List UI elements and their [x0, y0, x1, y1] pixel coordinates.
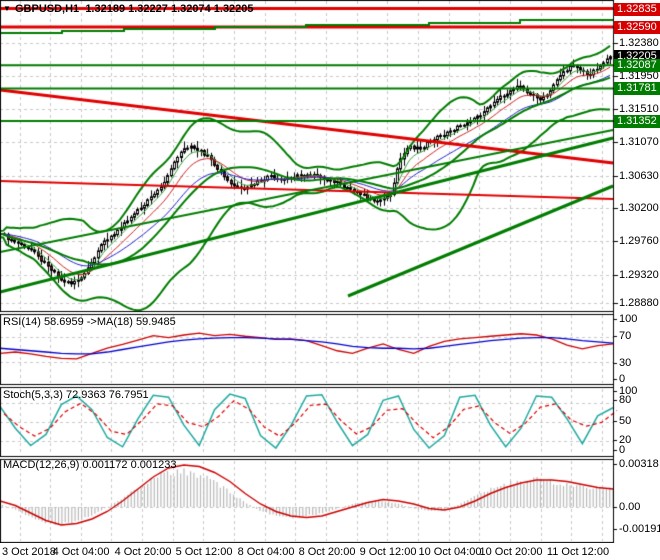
- time-axis-label: 10 Oct 20:00: [479, 546, 543, 558]
- stoch-indicator-label: Stoch(5,3,3) 72.9363 76.7951: [3, 389, 149, 401]
- time-axis-label: 3 Oct 2018: [2, 546, 56, 558]
- price-axis-tick-label: 1.30200: [619, 202, 659, 214]
- stoch-scale-label: 0: [619, 444, 626, 456]
- rsi-scale-label: 0: [619, 373, 626, 385]
- collapse-chart-icon[interactable]: ▼: [3, 4, 11, 13]
- price-axis-tick-label: 1.31070: [619, 136, 659, 148]
- time-axis-label: 10 Oct 04:00: [418, 546, 482, 558]
- symbol-title: GBPUSD,H1 1.32189 1.32227 1.32074 1.3220…: [15, 3, 254, 15]
- price-axis-tick-label: 1.28880: [619, 297, 659, 309]
- symbol-name: GBPUSD,H1: [15, 3, 80, 15]
- time-axis-label: 8 Oct 04:00: [237, 546, 295, 558]
- rsi-scale-label: 100: [619, 313, 638, 325]
- time-axis-label: 11 Oct 12:00: [546, 546, 610, 558]
- stoch-scale-label: 80: [619, 394, 632, 406]
- macd-indicator-label: MACD(12,26,9) 0.001172 0.001233: [3, 459, 177, 471]
- time-axis-label: 4 Oct 20:00: [114, 546, 172, 558]
- price-axis-tick-label: 1.29320: [619, 269, 659, 281]
- time-axis-label: 8 Oct 20:00: [298, 546, 356, 558]
- price-level-badge: 1.32087: [614, 58, 660, 72]
- price-level-badge: 1.31781: [614, 81, 660, 95]
- price-level-badge: 1.31352: [614, 114, 660, 128]
- rsi-scale-label: 30: [619, 357, 632, 369]
- stoch-scale-label: 50: [619, 415, 632, 427]
- price-level-badge: 1.32590: [614, 20, 660, 34]
- macd-scale-label: 0.00318: [619, 458, 659, 470]
- price-axis-tick-label: 1.32380: [619, 37, 659, 49]
- time-axis-label: 9 Oct 12:00: [359, 546, 417, 558]
- chart-window: ▼ GBPUSD,H1 1.32189 1.32227 1.32074 1.32…: [0, 0, 660, 560]
- price-level-badge: 1.32835: [614, 2, 660, 16]
- price-axis-tick-label: 1.31950: [619, 70, 659, 82]
- time-axis-label: 4 Oct 04:00: [52, 546, 110, 558]
- time-axis-label: 5 Oct 12:00: [175, 546, 233, 558]
- macd-scale-label: -0.001918: [619, 523, 660, 535]
- price-axis-tick-label: 1.30630: [619, 170, 659, 182]
- price-axis-tick-label: 1.29760: [619, 235, 659, 247]
- macd-scale-label: 0.00: [619, 501, 641, 513]
- price-axis-tick-label: 1.31510: [619, 103, 659, 115]
- rsi-scale-label: 70: [619, 330, 632, 342]
- rsi-indicator-label: RSI(14) 58.6959 ->MA(18) 59.9485: [3, 316, 176, 328]
- ohlc-quotes: 1.32189 1.32227 1.32074 1.32205: [85, 3, 254, 15]
